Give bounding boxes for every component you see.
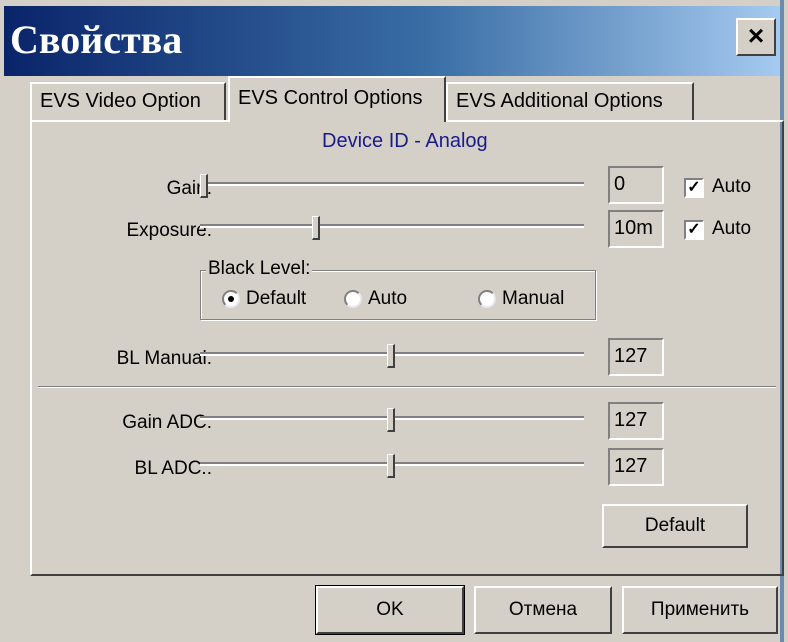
slider-track: [200, 224, 584, 228]
close-button[interactable]: ×: [736, 18, 776, 56]
slider-thumb[interactable]: [200, 174, 208, 198]
tab-evs-additional-options[interactable]: EVS Additional Options: [446, 82, 694, 120]
radio-auto-label: Auto: [368, 288, 408, 309]
exposure-label: Exposure:: [126, 220, 212, 241]
slider-thumb[interactable]: [387, 408, 395, 432]
radio-selected-dot: [228, 296, 234, 302]
close-icon: ×: [747, 20, 765, 51]
radio-manual-label: Manual: [502, 288, 565, 309]
black-level-legend: Black Level:: [206, 258, 313, 280]
gain-auto-label: Auto: [712, 176, 752, 197]
slider-thumb[interactable]: [312, 216, 321, 240]
radio-default-label: Default: [246, 288, 307, 309]
separator: [38, 386, 776, 388]
gain-label: Gain:: [166, 178, 212, 199]
gain-value: 0: [608, 166, 664, 204]
bl-manual-label: BL Manual:: [116, 348, 212, 369]
exposure-slider[interactable]: [200, 214, 584, 244]
checkmark-icon: ✓: [687, 221, 701, 238]
exposure-value: 10m: [608, 210, 664, 248]
bl-adc-value: 127: [608, 448, 664, 486]
default-button[interactable]: Default: [602, 504, 748, 548]
gain-adc-slider[interactable]: [200, 406, 584, 436]
radio-default[interactable]: [222, 290, 240, 308]
gain-adc-value: 127: [608, 402, 664, 440]
bl-manual-slider[interactable]: [200, 342, 584, 372]
slider-track: [200, 182, 584, 186]
exposure-auto-checkbox[interactable]: ✓: [684, 220, 704, 240]
device-id-label: Device ID - Analog: [322, 130, 488, 152]
tab-label: EVS Control Options: [238, 87, 423, 109]
tab-evs-control-options[interactable]: EVS Control Options: [228, 76, 446, 122]
cancel-button[interactable]: Отмена: [474, 586, 612, 634]
ok-button[interactable]: OK: [315, 585, 465, 635]
apply-button[interactable]: Применить: [622, 586, 778, 634]
slider-thumb[interactable]: [387, 454, 395, 478]
tab-label: EVS Video Option: [40, 90, 201, 112]
tab-panel-control-options: Device ID - Analog Gain: 0 ✓ Auto Exposu…: [30, 120, 784, 576]
radio-manual[interactable]: [478, 290, 496, 308]
gain-auto-checkbox[interactable]: ✓: [684, 178, 704, 198]
bl-manual-value: 127: [608, 338, 664, 376]
exposure-auto-label: Auto: [712, 218, 752, 239]
gain-slider[interactable]: [200, 172, 584, 202]
title-bar[interactable]: Свойства ×: [4, 6, 780, 76]
checkmark-icon: ✓: [687, 179, 701, 196]
tab-evs-video-option[interactable]: EVS Video Option: [30, 82, 226, 120]
radio-auto[interactable]: [344, 290, 362, 308]
bl-adc-slider[interactable]: [200, 452, 584, 482]
bl-adc-label: BL ADC::: [134, 458, 212, 479]
slider-thumb[interactable]: [387, 344, 395, 368]
window-title: Свойства: [10, 17, 183, 62]
properties-dialog: Свойства × EVS Video Option EVS Control …: [0, 0, 784, 642]
tab-label: EVS Additional Options: [456, 90, 663, 112]
gain-adc-label: Gain ADC:: [122, 412, 212, 433]
